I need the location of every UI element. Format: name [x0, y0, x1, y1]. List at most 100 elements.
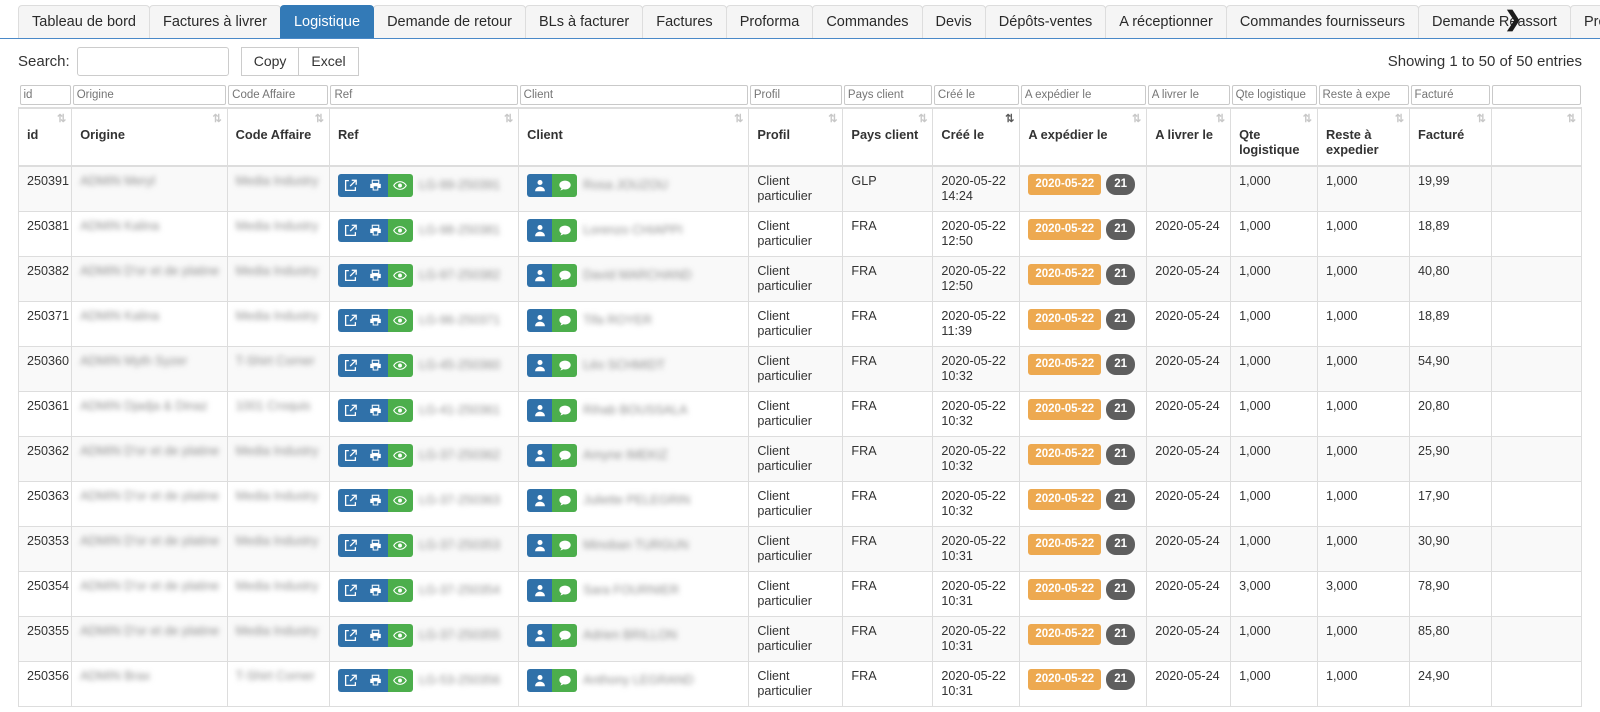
column-header-facture[interactable]: Facturé ⇅ — [1409, 107, 1492, 167]
chevron-right-icon[interactable]: ❯ — [1504, 9, 1522, 30]
printer-icon[interactable] — [362, 309, 388, 332]
comment-icon[interactable] — [552, 624, 578, 647]
comment-icon[interactable] — [552, 264, 578, 287]
column-header-expedier[interactable]: A expédier le ⇅ — [1019, 107, 1148, 167]
tab-factures[interactable]: Factures — [642, 5, 727, 38]
printer-icon[interactable] — [362, 354, 388, 377]
user-icon[interactable] — [527, 219, 553, 242]
external-link-icon[interactable] — [337, 264, 363, 287]
eye-icon[interactable] — [387, 669, 413, 692]
eye-icon[interactable] — [387, 399, 413, 422]
table-row[interactable]: 250354 ADMIN D'or et de platine Media Indu… — [17, 571, 1583, 617]
external-link-icon[interactable] — [337, 219, 363, 242]
filter-input-livrer[interactable] — [1147, 85, 1230, 105]
user-icon[interactable] — [527, 264, 553, 287]
user-icon[interactable] — [527, 669, 553, 692]
column-header-profil[interactable]: Profil ⇅ — [748, 107, 844, 167]
printer-icon[interactable] — [362, 669, 388, 692]
copy-button[interactable]: Copy — [240, 46, 300, 76]
user-icon[interactable] — [527, 489, 553, 512]
comment-icon[interactable] — [552, 219, 578, 242]
user-icon[interactable] — [527, 399, 553, 422]
comment-icon[interactable] — [552, 444, 578, 467]
column-header-pays[interactable]: Pays client ⇅ — [842, 107, 934, 167]
table-row[interactable]: 250353 ADMIN D'or et de platine Media Indu… — [17, 526, 1583, 572]
tab-a-r-ceptionner[interactable]: A réceptionner — [1105, 5, 1227, 38]
printer-icon[interactable] — [362, 219, 388, 242]
tab-factures-livrer[interactable]: Factures à livrer — [149, 5, 281, 38]
column-header-cree[interactable]: Créé le ⇅ — [932, 107, 1021, 167]
comment-icon[interactable] — [552, 579, 578, 602]
table-row[interactable]: 250391 ADMIN Meryl Media Industry LG-99-250… — [17, 165, 1583, 212]
sort-both-icon[interactable]: ⇅ — [212, 114, 221, 125]
eye-icon[interactable] — [387, 489, 413, 512]
table-row[interactable]: 250363 ADMIN D'or et de platine Media Indu… — [17, 481, 1583, 527]
comment-icon[interactable] — [552, 534, 578, 557]
filter-input-profil[interactable] — [749, 85, 842, 105]
table-row[interactable]: 250371 ADMIN Kalina Media Industry LG-96-25… — [17, 301, 1583, 347]
sort-both-icon[interactable]: ⇅ — [1303, 114, 1312, 125]
comment-icon[interactable] — [552, 489, 578, 512]
tab-devis[interactable]: Devis — [921, 5, 986, 38]
tab-productions-en-cours[interactable]: Productions en cours — [1569, 5, 1600, 38]
tab-bls-facturer[interactable]: BLs à facturer — [525, 5, 644, 38]
filter-input-ref[interactable] — [330, 85, 518, 105]
user-icon[interactable] — [527, 624, 553, 647]
column-header-livrer[interactable]: A livrer le ⇅ — [1146, 107, 1232, 167]
printer-icon[interactable] — [362, 264, 388, 287]
eye-icon[interactable] — [387, 354, 413, 377]
comment-icon[interactable] — [552, 399, 578, 422]
sort-both-icon[interactable]: ⇅ — [1216, 114, 1225, 125]
filter-input-origine[interactable] — [72, 85, 227, 105]
column-header-id[interactable]: id ⇅ — [17, 107, 73, 167]
printer-icon[interactable] — [362, 174, 388, 197]
filter-input-expedier[interactable] — [1020, 85, 1146, 105]
column-header-last[interactable]: ⇅ — [1490, 107, 1583, 167]
filter-input-code[interactable] — [228, 85, 329, 105]
filter-input-id[interactable] — [19, 85, 71, 105]
sort-both-icon[interactable]: ⇅ — [1477, 114, 1486, 125]
sort-both-icon[interactable]: ⇅ — [57, 114, 66, 125]
printer-icon[interactable] — [362, 534, 388, 557]
excel-button[interactable]: Excel — [298, 46, 359, 76]
eye-icon[interactable] — [387, 264, 413, 287]
column-header-client[interactable]: Client ⇅ — [518, 107, 750, 167]
column-header-reste[interactable]: Reste à expedier ⇅ — [1316, 107, 1411, 167]
eye-icon[interactable] — [387, 579, 413, 602]
eye-icon[interactable] — [387, 534, 413, 557]
user-icon[interactable] — [527, 354, 553, 377]
table-row[interactable]: 250360 ADMIN Myth Syzer T-Shirt Corner LG-4… — [17, 346, 1583, 392]
external-link-icon[interactable] — [337, 444, 363, 467]
printer-icon[interactable] — [362, 624, 388, 647]
filter-input-cree[interactable] — [933, 85, 1019, 105]
sort-desc-icon[interactable]: ⇅ — [1005, 114, 1014, 125]
external-link-icon[interactable] — [337, 399, 363, 422]
filter-input-qte[interactable] — [1231, 85, 1317, 105]
table-row[interactable]: 250362 ADMIN D'or et de platine Media Indu… — [17, 436, 1583, 482]
printer-icon[interactable] — [362, 579, 388, 602]
filter-input-pays[interactable] — [843, 85, 932, 105]
table-row[interactable]: 250355 ADMIN D'or et de platine Media Indu… — [17, 616, 1583, 662]
external-link-icon[interactable] — [337, 354, 363, 377]
external-link-icon[interactable] — [337, 489, 363, 512]
table-row[interactable]: 250382 ADMIN D'or et de platine Media Indu… — [17, 256, 1583, 302]
comment-icon[interactable] — [552, 354, 578, 377]
search-input[interactable] — [76, 46, 229, 76]
tab-logistique[interactable]: Logistique — [279, 5, 375, 38]
sort-both-icon[interactable]: ⇅ — [734, 114, 743, 125]
filter-input-client[interactable] — [519, 85, 748, 105]
filter-input-reste[interactable] — [1318, 85, 1409, 105]
column-header-qte[interactable]: Qte logistique ⇅ — [1230, 107, 1318, 167]
tab-d-p-ts-ventes[interactable]: Dépôts-ventes — [984, 5, 1107, 38]
sort-both-icon[interactable]: ⇅ — [918, 114, 927, 125]
printer-icon[interactable] — [362, 399, 388, 422]
column-header-ref[interactable]: Ref ⇅ — [328, 107, 520, 167]
sort-both-icon[interactable]: ⇅ — [315, 114, 324, 125]
external-link-icon[interactable] — [337, 309, 363, 332]
column-header-code[interactable]: Code Affaire ⇅ — [226, 107, 330, 167]
comment-icon[interactable] — [552, 174, 578, 197]
external-link-icon[interactable] — [337, 579, 363, 602]
external-link-icon[interactable] — [337, 669, 363, 692]
eye-icon[interactable] — [387, 174, 413, 197]
external-link-icon[interactable] — [337, 534, 363, 557]
